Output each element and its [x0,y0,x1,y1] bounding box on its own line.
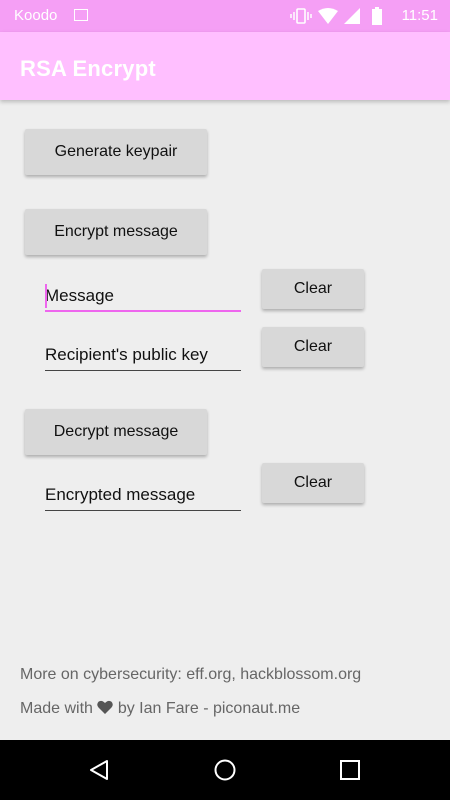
app-bar: RSA Encrypt [0,32,450,100]
encrypted-message-field[interactable]: Encrypted message [45,481,241,511]
text-cursor [45,284,47,308]
home-icon[interactable] [213,758,237,782]
encrypted-message-label: Encrypted message [45,485,196,504]
clear-encrypted-message-button[interactable]: Clear [262,463,364,503]
cybersecurity-links-text: More on cybersecurity: eff.org, hackblos… [20,666,362,683]
recipient-public-key-label: Recipient's public key [45,345,208,364]
generate-keypair-button[interactable]: Generate keypair [25,129,207,175]
clear-message-button[interactable]: Clear [262,269,364,309]
recents-icon[interactable] [338,758,362,782]
vibrate-icon [290,8,312,24]
wifi-icon [318,8,338,24]
recipient-public-key-field[interactable]: Recipient's public key [45,341,241,371]
signal-icon [344,8,360,24]
credits-prefix: Made with [20,700,93,717]
app-title: RSA Encrypt [20,56,156,81]
message-field[interactable]: Message [45,282,241,312]
carrier-label: Koodo [14,7,58,24]
clock: 11:51 [401,7,438,24]
heart-icon [97,700,114,714]
status-bar: Koodo 11:51 [0,0,450,32]
clear-public-key-button[interactable]: Clear [262,327,364,367]
gallery-notification-icon [74,9,88,21]
decrypt-message-button[interactable]: Decrypt message [25,409,207,455]
credits-suffix: by Ian Fare - piconaut.me [117,700,301,717]
message-field-label: Message [45,286,114,305]
encrypt-message-button[interactable]: Encrypt message [25,209,207,255]
back-icon[interactable] [87,758,111,782]
battery-icon [372,7,382,25]
credits-text: Made with by Ian Fare - piconaut.me [20,700,300,718]
navigation-bar [0,740,450,800]
